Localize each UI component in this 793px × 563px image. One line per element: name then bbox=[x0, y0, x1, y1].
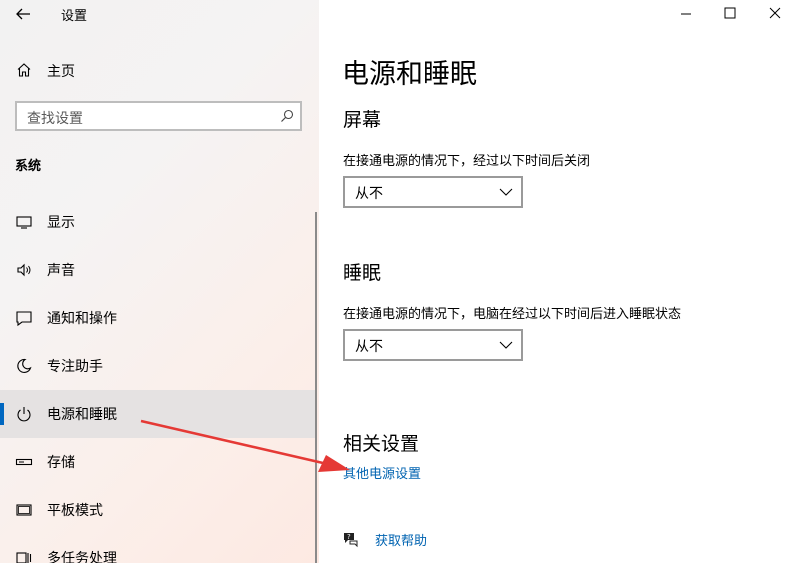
search-icon bbox=[281, 109, 294, 122]
sidebar-item-sound[interactable]: 声音 bbox=[0, 246, 315, 294]
sidebar-item-label: 电源和睡眠 bbox=[47, 407, 117, 423]
chevron-down-icon bbox=[499, 188, 513, 196]
sidebar-item-label: 通知和操作 bbox=[47, 311, 117, 327]
related-settings-heading: 相关设置 bbox=[343, 433, 420, 455]
minimize-icon bbox=[681, 13, 691, 15]
speaker-icon bbox=[17, 263, 31, 277]
help-chat-icon: ? bbox=[344, 533, 358, 548]
multitask-icon bbox=[16, 552, 32, 563]
home-label: 主页 bbox=[47, 64, 75, 80]
screen-description: 在接通电源的情况下，经过以下时间后关闭 bbox=[343, 154, 591, 169]
close-button[interactable] bbox=[753, 0, 793, 28]
additional-power-settings-link[interactable]: 其他电源设置 bbox=[343, 463, 421, 482]
search-input[interactable]: 查找设置 bbox=[15, 101, 302, 131]
sidebar-item-focus-assist[interactable]: 专注助手 bbox=[0, 342, 315, 390]
sleep-timeout-value: 从不 bbox=[355, 339, 383, 355]
sidebar-item-label: 声音 bbox=[47, 263, 75, 279]
selection-indicator bbox=[0, 403, 4, 425]
svg-text:?: ? bbox=[347, 533, 351, 541]
sidebar-item-label: 平板模式 bbox=[47, 503, 103, 519]
sidebar-item-multitasking[interactable]: 多任务处理 bbox=[0, 534, 315, 563]
get-help-link[interactable]: 获取帮助 bbox=[375, 530, 427, 549]
sidebar-item-label: 多任务处理 bbox=[47, 551, 117, 563]
sidebar-item-power-sleep[interactable]: 电源和睡眠 bbox=[0, 390, 315, 438]
power-icon bbox=[17, 407, 31, 422]
close-icon bbox=[769, 7, 781, 19]
minimize-button[interactable] bbox=[663, 0, 709, 28]
sidebar-item-storage[interactable]: 存储 bbox=[0, 438, 315, 486]
screen-timeout-dropdown[interactable]: 从不 bbox=[343, 176, 523, 208]
sleep-description: 在接通电源的情况下，电脑在经过以下时间后进入睡眠状态 bbox=[343, 307, 682, 322]
moon-icon bbox=[17, 358, 32, 374]
sidebar: 设置 主页 查找设置 系统 显示 声音 通知和操作 专注助手 电源和睡眠 存储 … bbox=[0, 0, 319, 563]
home-nav-item[interactable]: 主页 bbox=[0, 54, 319, 88]
sidebar-item-notifications[interactable]: 通知和操作 bbox=[0, 294, 315, 342]
page-title: 电源和睡眠 bbox=[342, 59, 477, 90]
chevron-down-icon bbox=[499, 341, 513, 349]
screen-timeout-value: 从不 bbox=[355, 186, 383, 202]
sidebar-item-display[interactable]: 显示 bbox=[0, 198, 315, 246]
sidebar-item-label: 存储 bbox=[47, 455, 75, 471]
display-icon bbox=[16, 216, 32, 229]
title-bar: 设置 bbox=[0, 0, 319, 28]
screen-heading: 屏幕 bbox=[343, 109, 382, 131]
notification-icon bbox=[16, 311, 32, 327]
tablet-icon bbox=[16, 504, 32, 516]
app-title: 设置 bbox=[61, 9, 88, 24]
sidebar-scrollbar[interactable] bbox=[315, 212, 317, 563]
sidebar-item-label: 显示 bbox=[47, 215, 75, 231]
sidebar-item-label: 专注助手 bbox=[47, 359, 103, 375]
maximize-icon bbox=[724, 7, 736, 19]
sleep-timeout-dropdown[interactable]: 从不 bbox=[343, 329, 523, 361]
storage-icon bbox=[15, 458, 33, 466]
maximize-button[interactable] bbox=[707, 0, 753, 28]
sleep-heading: 睡眠 bbox=[343, 262, 382, 284]
search-placeholder: 查找设置 bbox=[27, 111, 83, 127]
section-label-system: 系统 bbox=[15, 159, 42, 174]
back-button[interactable] bbox=[10, 4, 36, 24]
back-arrow-icon bbox=[16, 8, 30, 20]
sidebar-item-tablet-mode[interactable]: 平板模式 bbox=[0, 486, 315, 534]
home-icon bbox=[17, 63, 31, 77]
